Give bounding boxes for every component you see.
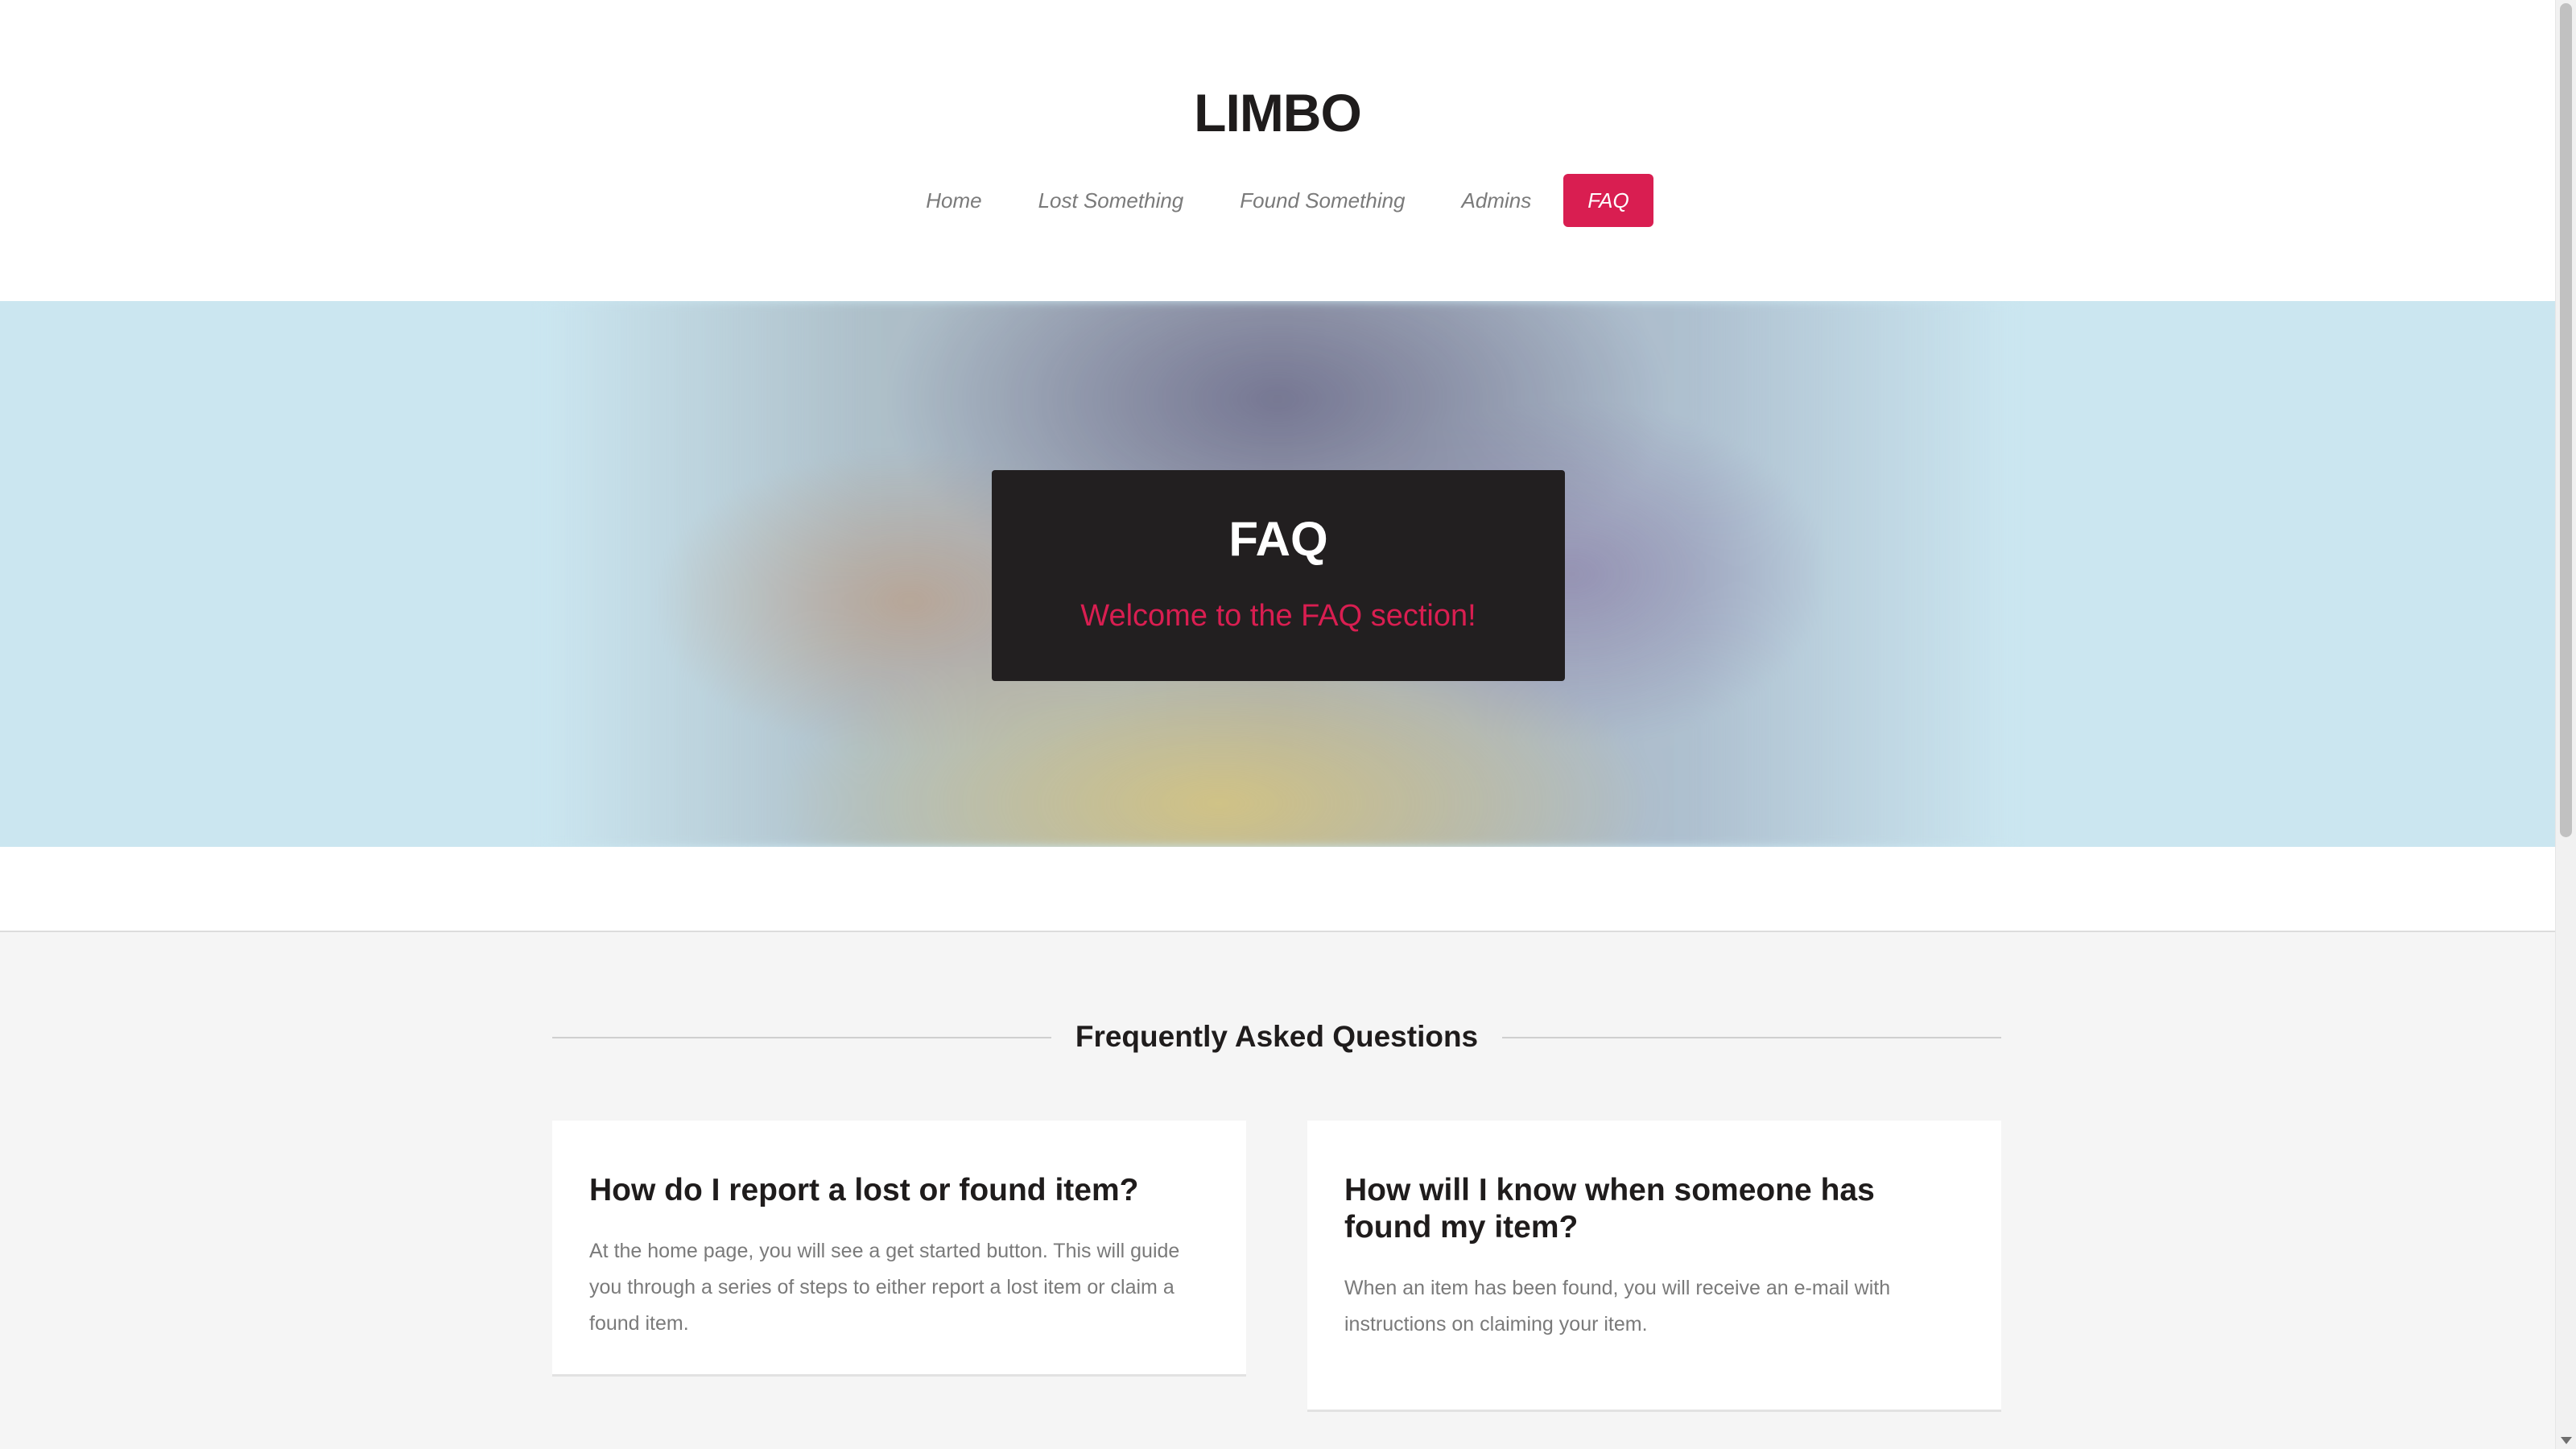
nav-lost-something-link[interactable]: Lost Something [1014, 174, 1208, 227]
nav-home-link[interactable]: Home [902, 174, 1005, 227]
banner-title-box: FAQ Welcome to the FAQ section! [992, 470, 1565, 681]
faq-card: How will I know when someone has found m… [1307, 1121, 2001, 1412]
main-nav: Home Lost Something Found Something Admi… [0, 174, 2555, 227]
section-divider [0, 847, 2555, 932]
faq-heading-row: Frequently Asked Questions [552, 1013, 2001, 1061]
faq-question: How do I report a lost or found item? [589, 1173, 1139, 1208]
faq-heading: Frequently Asked Questions [1075, 1020, 1479, 1053]
heading-rule-left [552, 1037, 1051, 1038]
site-header: LIMBO Home Lost Something Found Somethin… [0, 0, 2555, 301]
scrollbar-thumb[interactable] [2560, 3, 2572, 837]
scroll-down-arrow-icon[interactable] [2561, 1437, 2572, 1444]
page: LIMBO Home Lost Something Found Somethin… [0, 0, 2555, 1449]
hero-banner: FAQ Welcome to the FAQ section! [0, 301, 2555, 847]
faq-card: How do I report a lost or found item? At… [552, 1121, 1246, 1377]
nav-faq-link[interactable]: FAQ [1563, 174, 1653, 227]
faq-answer: At the home page, you will see a get sta… [589, 1240, 1180, 1335]
faq-answer: When an item has been found, you will re… [1344, 1277, 1891, 1335]
banner-title: FAQ [1228, 512, 1328, 566]
vertical-scrollbar[interactable] [2555, 0, 2576, 1449]
banner-subtitle: Welcome to the FAQ section! [1080, 599, 1476, 633]
nav-found-something-link[interactable]: Found Something [1216, 174, 1429, 227]
faq-question: How will I know when someone has found m… [1344, 1173, 1875, 1245]
faq-section: Frequently Asked Questions How do I repo… [0, 932, 2555, 1449]
nav-admins-link[interactable]: Admins [1438, 174, 1556, 227]
heading-rule-right [1502, 1037, 2001, 1038]
site-logo[interactable]: LIMBO [0, 79, 2555, 147]
